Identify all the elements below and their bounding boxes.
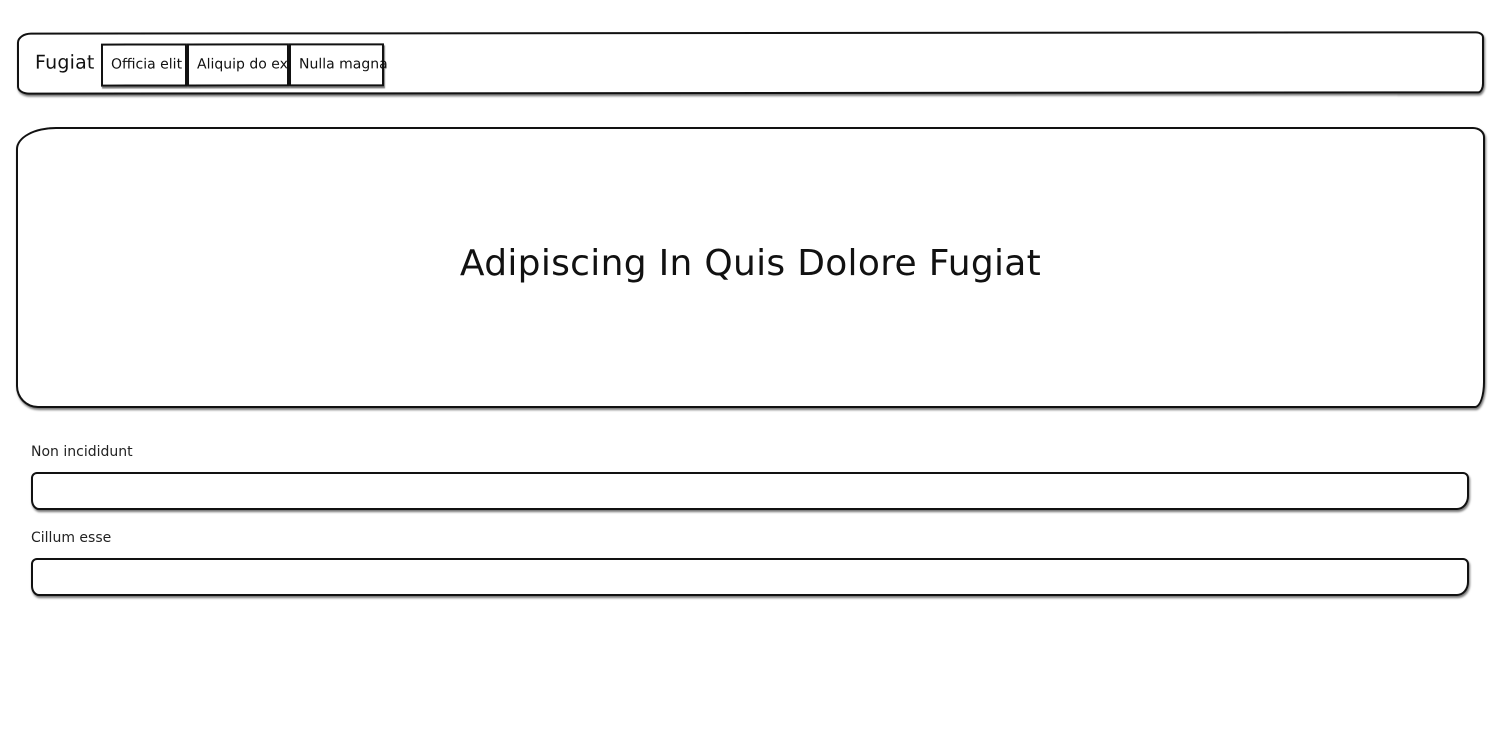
non-incididunt-input[interactable] xyxy=(31,472,1469,510)
cillum-esse-input[interactable] xyxy=(31,558,1469,596)
hero-title: Adipiscing In Quis Dolore Fugiat xyxy=(459,243,1042,284)
top-navbar: Fugiat Officia elit Aliquip do ex Nulla … xyxy=(16,31,1485,95)
hero-panel: Adipiscing In Quis Dolore Fugiat xyxy=(16,127,1485,408)
brand-name[interactable]: Fugiat xyxy=(35,52,95,74)
non-incididunt-label: Non incididunt xyxy=(31,444,133,460)
nav-button-nulla-magna[interactable]: Nulla magna xyxy=(288,43,388,87)
cillum-esse-label: Cillum esse xyxy=(31,530,112,546)
nav-button-officia-elit[interactable]: Officia elit xyxy=(100,43,188,87)
nav-button-aliquip-do-ex[interactable]: Aliquip do ex xyxy=(186,43,290,87)
